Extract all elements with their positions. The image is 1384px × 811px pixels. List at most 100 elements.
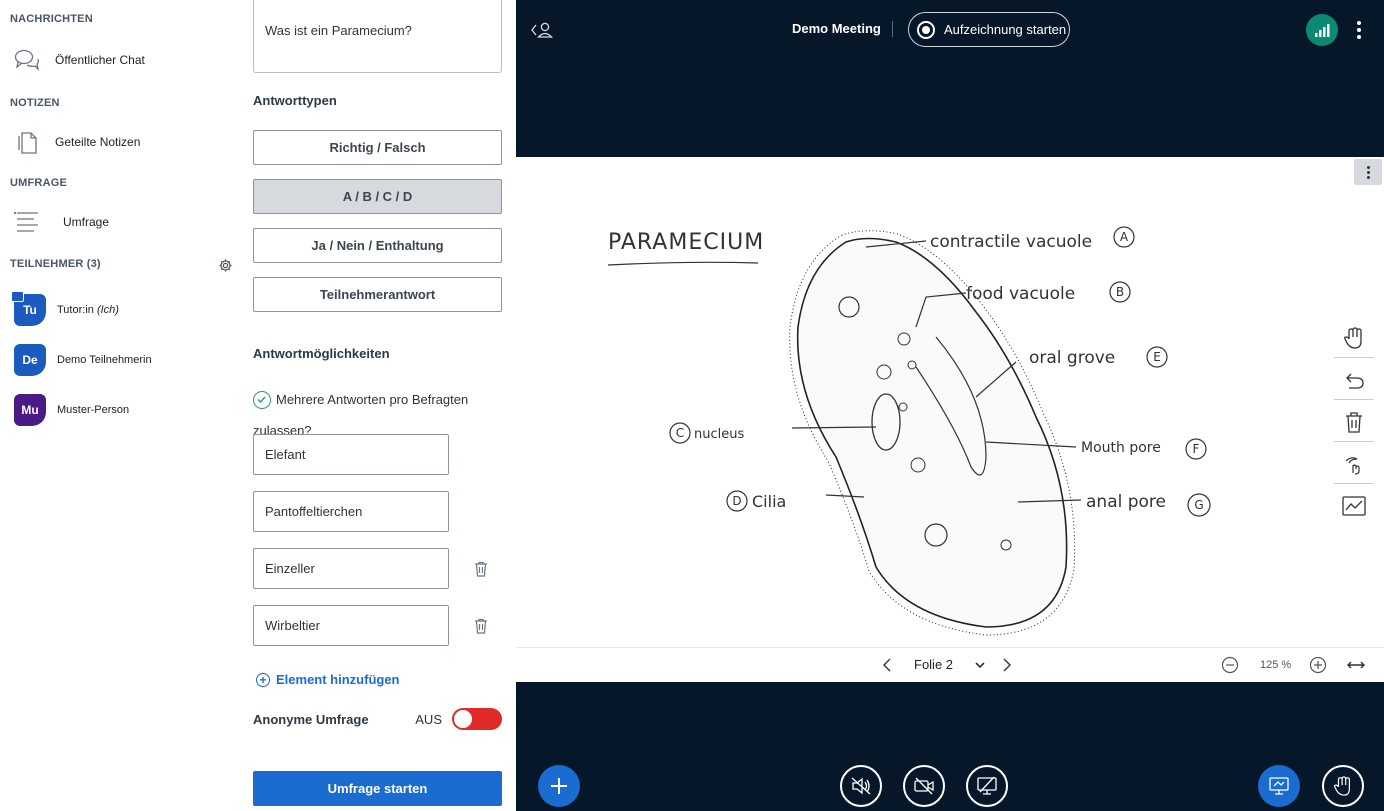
avatar-initials: Mu (21, 403, 39, 417)
slide-navigation-bar: Folie 2 125 % (516, 647, 1384, 682)
participant-row[interactable]: Mu Muster-Person (14, 394, 129, 426)
poll-panel: Was ist ein Paramecium? Antworttypen Ric… (240, 0, 516, 811)
meeting-title: Demo Meeting (792, 21, 881, 36)
add-element-label: Element hinzufügen (276, 672, 400, 687)
mute-audio-button[interactable] (840, 765, 882, 807)
options-menu-button[interactable] (1350, 18, 1368, 42)
plus-icon (551, 778, 567, 794)
answer-types-label: Antworttypen (253, 93, 337, 108)
poll-list-icon (10, 205, 44, 239)
svg-text:D: D (732, 494, 741, 508)
trash-icon[interactable] (1334, 402, 1374, 442)
trash-icon[interactable] (472, 560, 492, 580)
signal-icon (1315, 24, 1330, 37)
svg-text:C: C (676, 426, 684, 440)
zoom-level: 125 % (1260, 659, 1292, 671)
mute-audio-icon (851, 777, 871, 795)
add-element-button[interactable]: + Element hinzufügen (256, 672, 400, 687)
presentation-icon (1269, 777, 1289, 795)
whiteboard-toolbar (1334, 318, 1376, 528)
screenshare-off-icon (977, 776, 997, 795)
participant-row[interactable]: De Demo Teilnehmerin (14, 344, 152, 376)
toggle-userlist-icon[interactable] (530, 18, 556, 42)
anonymous-poll-row: Anonyme Umfrage AUS (253, 707, 502, 731)
participant-name: Demo Teilnehmerin (57, 354, 152, 366)
option-input[interactable]: Einzeller (253, 548, 449, 589)
avatar-initials: De (22, 353, 38, 367)
anonymous-poll-label: Anonyme Umfrage (253, 711, 369, 727)
sidebar-item-shared-notes[interactable]: Geteilte Notizen (10, 125, 140, 159)
svg-text:B: B (1116, 285, 1124, 299)
sidebar-item-poll[interactable]: Umfrage (10, 205, 109, 239)
participant-name: Tutor:in (57, 304, 94, 316)
title-divider (892, 21, 893, 37)
previous-slide-icon[interactable] (880, 656, 896, 674)
undo-icon[interactable] (1334, 360, 1374, 400)
next-slide-icon[interactable] (998, 656, 1014, 674)
option-input[interactable]: Pantoffeltierchen (253, 491, 449, 532)
messages-section-title: NACHRICHTEN (10, 13, 93, 25)
raise-hand-button[interactable] (1322, 765, 1364, 807)
avatar: Tu (11, 291, 46, 326)
top-bar: Demo Meeting Aufzeichnung starten (516, 0, 1384, 60)
answer-options-label: Antwortmöglichkeiten (253, 346, 390, 361)
gear-icon[interactable] (218, 258, 233, 273)
sidebar-item-public-chat[interactable]: Öffentlicher Chat (10, 43, 145, 77)
slide-heading: PARAMECIUM (608, 230, 764, 255)
connection-status-button[interactable] (1306, 14, 1338, 46)
participants-section-title: TEILNEHMER (3) (10, 258, 101, 270)
presenter-badge-icon (11, 291, 24, 302)
screenshare-off-button[interactable] (966, 765, 1008, 807)
slide-select[interactable]: Folie 2 (914, 657, 985, 672)
action-bar (516, 760, 1384, 811)
slide-options-button[interactable] (1354, 159, 1382, 185)
label-contractile-vacuole: contractile vacuole (930, 232, 1092, 252)
actions-plus-button[interactable] (538, 765, 580, 807)
notes-icon (10, 125, 44, 159)
video-off-icon (914, 777, 934, 795)
anonymous-state-text: AUS (415, 711, 442, 727)
presentation-button[interactable] (1258, 765, 1300, 807)
left-sidebar: NACHRICHTEN Öffentlicher Chat NOTIZEN Ge… (0, 0, 240, 811)
type-true-false-button[interactable]: Richtig / Falsch (253, 130, 502, 165)
trash-icon[interactable] (472, 617, 492, 637)
multi-user-pen-icon[interactable] (1334, 444, 1374, 484)
paramecium-drawing: PARAMECIUM contractile vacuole food vacu… (607, 226, 1211, 636)
poll-question-field[interactable]: Was ist ein Paramecium? (253, 0, 502, 73)
hand-tool-icon[interactable] (1334, 318, 1374, 358)
fit-width-icon[interactable] (1346, 657, 1366, 673)
participant-row[interactable]: Tu Tutor:in (Ich) (11, 291, 119, 326)
shared-notes-label: Geteilte Notizen (55, 135, 141, 149)
check-circle-icon (253, 390, 271, 409)
plus-icon: + (256, 672, 270, 687)
type-abcd-button[interactable]: A / B / C / D (253, 179, 502, 214)
record-icon (917, 20, 935, 39)
svg-text:F: F (1193, 442, 1200, 456)
anonymous-toggle[interactable] (452, 708, 502, 730)
start-recording-button[interactable]: Aufzeichnung starten (908, 12, 1070, 47)
label-cilia: Cilia (752, 492, 786, 511)
label-oral-grove: oral grove (1029, 348, 1115, 368)
type-user-response-button[interactable]: Teilnehmerantwort (253, 277, 502, 312)
avatar: De (14, 344, 46, 376)
poll-label: Umfrage (63, 215, 110, 229)
poll-section-title: UMFRAGE (10, 177, 68, 189)
type-yes-no-abstain-button[interactable]: Ja / Nein / Enthaltung (253, 228, 502, 263)
slide-select-label: Folie 2 (914, 657, 954, 672)
multi-answer-label: Mehrere Antworten pro Befragten zulassen… (253, 392, 469, 438)
option-input[interactable]: Elefant (253, 434, 449, 475)
start-poll-button[interactable]: Umfrage starten (253, 771, 502, 806)
public-chat-label: Öffentlicher Chat (55, 53, 145, 67)
toggle-knob (454, 710, 472, 728)
raise-hand-icon (1333, 776, 1350, 796)
zoom-out-icon[interactable] (1221, 656, 1239, 674)
label-anal-pore: anal pore (1086, 492, 1166, 512)
record-label: Aufzeichnung starten (944, 22, 1067, 37)
label-mouth-pore: Mouth pore (1081, 440, 1161, 456)
presentation-slide[interactable]: PARAMECIUM contractile vacuole food vacu… (516, 157, 1384, 647)
video-off-button[interactable] (903, 765, 945, 807)
option-input[interactable]: Wirbeltier (253, 605, 449, 646)
zoom-in-icon[interactable] (1309, 656, 1327, 674)
avatar: Mu (14, 394, 46, 426)
chart-icon[interactable] (1334, 486, 1374, 526)
